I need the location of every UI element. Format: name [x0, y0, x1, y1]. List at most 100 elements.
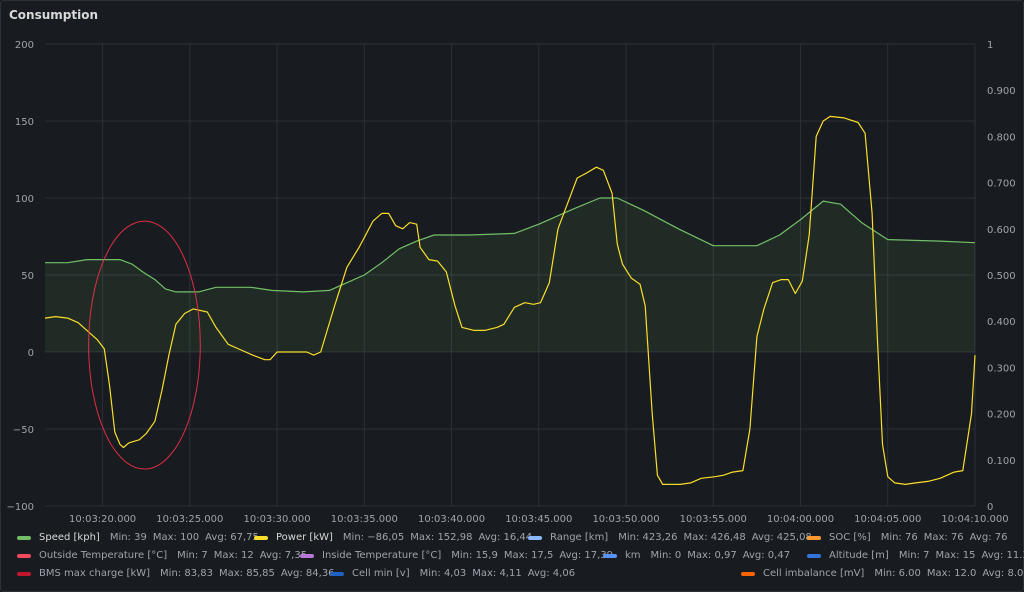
- y-tick-label-left: 50: [21, 271, 34, 282]
- legend-stat-avg: Avg: 11.3: [981, 550, 1024, 561]
- legend-stat-label: Min:: [650, 550, 672, 561]
- legend-stat-max: Max: 12: [214, 550, 254, 561]
- legend-row: BMS max charge [kW] Min: 83,83 Max: 85,85 A…: [1, 568, 1024, 586]
- y-tick-label-right: 0.300: [987, 363, 1016, 374]
- x-tick-label: 10:03:55.000: [680, 514, 747, 525]
- legend-stat-label: Max:: [213, 550, 238, 561]
- legend-stat-label: Avg:: [742, 550, 765, 561]
- legend-stat-value: 0,47: [764, 550, 791, 561]
- legend-stat-label: Avg:: [969, 532, 992, 543]
- legend-stat-min: Min: 423,26: [618, 532, 677, 543]
- y-tick-label-right: 0.400: [987, 317, 1016, 328]
- y-tick-label-right: 0.600: [987, 225, 1016, 236]
- legend-series-name: km: [625, 550, 641, 561]
- legend-series-name: Outside Temperature [°C]: [39, 550, 168, 561]
- legend-stat-label: Avg:: [559, 550, 582, 561]
- legend-stat-label: Avg:: [259, 550, 282, 561]
- legend-stat-label: Min:: [618, 532, 640, 543]
- legend-stat-value: 39: [130, 532, 147, 543]
- legend-stat-max: Max: 426,48: [684, 532, 746, 543]
- x-tick-label: 10:03:40.000: [418, 514, 485, 525]
- legend-stat-label: Max:: [152, 532, 177, 543]
- x-tick-label: 10:03:50.000: [592, 514, 659, 525]
- legend-stat-max: Max: 100: [153, 532, 199, 543]
- legend-item[interactable]: BMS max charge [kW] Min: 83,83 Max: 85,85 A…: [17, 568, 341, 579]
- legend-stat-avg: Avg: 4,06: [528, 568, 575, 579]
- legend-stat-value: 85,85: [243, 568, 275, 579]
- legend-stat-label: Avg:: [280, 568, 303, 579]
- y-tick-label-right: 0.100: [987, 456, 1016, 467]
- legend-item[interactable]: Cell imbalance [mV] Min: 6.00 Max: 12.0 Avg…: [741, 568, 1024, 579]
- legend-stat-label: Min:: [898, 550, 920, 561]
- legend-stat-value: 7: [198, 550, 208, 561]
- x-tick-label: 10:04:00.000: [767, 514, 834, 525]
- legend-row: Speed [kph] Min: 39 Max: 100 Avg: 67,75 Powe…: [1, 532, 1023, 550]
- consumption-chart[interactable]: 200 150 100 50 0 −50 −100 1 0.900 0.800 0.700 0.600…: [1, 1, 1023, 529]
- legend-stat-avg: Avg: 67,75: [205, 532, 259, 543]
- legend-swatch-icon: [300, 553, 314, 558]
- legend-swatch-icon: [17, 553, 31, 558]
- legend-stat-value: 8.00: [1007, 568, 1024, 579]
- legend-item[interactable]: Altitude [m] Min: 7 Max: 15 Avg: 11.3: [807, 550, 1024, 561]
- legend-row: Outside Temperature [°C] Min: 7 Max: 12 Avg…: [1, 550, 1024, 568]
- legend-stat-value: 152,98: [434, 532, 473, 543]
- legend-stat-value: 15,9: [472, 550, 498, 561]
- legend-stat-label: Max:: [218, 568, 244, 579]
- legend-stat-value: 4,06: [549, 568, 576, 579]
- legend-stat-label: Min:: [177, 550, 199, 561]
- legend-stat-min: Min: 7: [177, 550, 208, 561]
- y-tick-label-right: 0: [987, 502, 993, 513]
- legend-stat-label: Min:: [874, 568, 896, 579]
- legend-stat-avg: Avg: 84,36: [281, 568, 335, 579]
- chart-legend: Speed [kph] Min: 39 Max: 100 Avg: 67,75 Powe…: [1, 529, 1024, 589]
- x-tick-label: 10:03:35.000: [331, 514, 398, 525]
- legend-swatch-icon: [17, 571, 31, 576]
- legend-stat-label: Avg:: [478, 532, 501, 543]
- x-tick-label: 10:03:20.000: [69, 514, 136, 525]
- legend-swatch-icon: [330, 571, 344, 576]
- legend-series-name: Cell min [v]: [352, 568, 410, 579]
- legend-item[interactable]: SOC [%] Min: 76 Max: 76 Avg: 76: [807, 532, 1013, 543]
- legend-stat-avg: Avg: 8.00: [982, 568, 1024, 579]
- legend-stat-label: Max:: [683, 532, 708, 543]
- y-tick-label-right: 0.700: [987, 179, 1016, 190]
- legend-stat-label: Max:: [503, 550, 528, 561]
- legend-stat-max: Max: 4,11: [472, 568, 522, 579]
- legend-stat-max: Max: 12.0: [927, 568, 977, 579]
- legend-stat-value: 0,97: [711, 550, 737, 561]
- legend-stat-value: 4,11: [496, 568, 522, 579]
- y-tick-label-left: 0: [28, 348, 34, 359]
- legend-item[interactable]: Cell min [v] Min: 4,03 Max: 4,11 Avg: 4,06: [330, 568, 581, 579]
- legend-series-name: Range [km]: [550, 532, 609, 543]
- legend-stat-label: Max:: [687, 550, 712, 561]
- legend-stat-min: Min: −86,05: [343, 532, 404, 543]
- legend-swatch-icon: [17, 535, 31, 540]
- legend-item[interactable]: Power [kW] Min: −86,05 Max: 152,98 Avg: 16,…: [254, 532, 538, 543]
- legend-stat-label: Max:: [935, 550, 960, 561]
- legend-item[interactable]: Outside Temperature [°C] Min: 7 Max: 12 Avg…: [17, 550, 313, 561]
- legend-stat-value: 17,5: [527, 550, 554, 561]
- legend-stat-label: Avg:: [205, 532, 228, 543]
- legend-stat-max: Max: 76: [924, 532, 964, 543]
- legend-stat-label: Max:: [923, 532, 948, 543]
- legend-swatch-icon: [807, 553, 821, 558]
- consumption-panel: Consumption 200 150 100 50 0 −50 −100 1 0.900 0.8…: [0, 0, 1024, 592]
- y-tick-label-right: 0.800: [987, 132, 1016, 143]
- legend-item[interactable]: Speed [kph] Min: 39 Max: 100 Avg: 67,75: [17, 532, 265, 543]
- legend-stat-value: 0: [671, 550, 682, 561]
- y-tick-label-left: 100: [15, 194, 34, 205]
- legend-stat-value: 83,83: [181, 568, 213, 579]
- legend-stat-max: Max: 0,97: [687, 550, 737, 561]
- y-tick-label-left: 150: [15, 117, 34, 128]
- legend-stat-min: Min: 6.00: [874, 568, 921, 579]
- legend-stat-label: Min:: [880, 532, 902, 543]
- legend-stat-value: 423,26: [639, 532, 678, 543]
- legend-item[interactable]: Inside Temperature [°C] Min: 15,9 Max: 17,…: [300, 550, 619, 561]
- legend-series-name: Altitude [m]: [829, 550, 889, 561]
- legend-item[interactable]: Range [km] Min: 423,26 Max: 426,48 Avg: 425…: [528, 532, 818, 543]
- y-tick-label-right: 0.900: [987, 86, 1016, 97]
- legend-item[interactable]: km Min: 0 Max: 0,97 Avg: 0,47: [603, 550, 796, 561]
- y-tick-label-right: 0.200: [987, 410, 1016, 421]
- legend-series-name: Power [kW]: [276, 532, 333, 543]
- x-tick-label: 10:03:30.000: [243, 514, 310, 525]
